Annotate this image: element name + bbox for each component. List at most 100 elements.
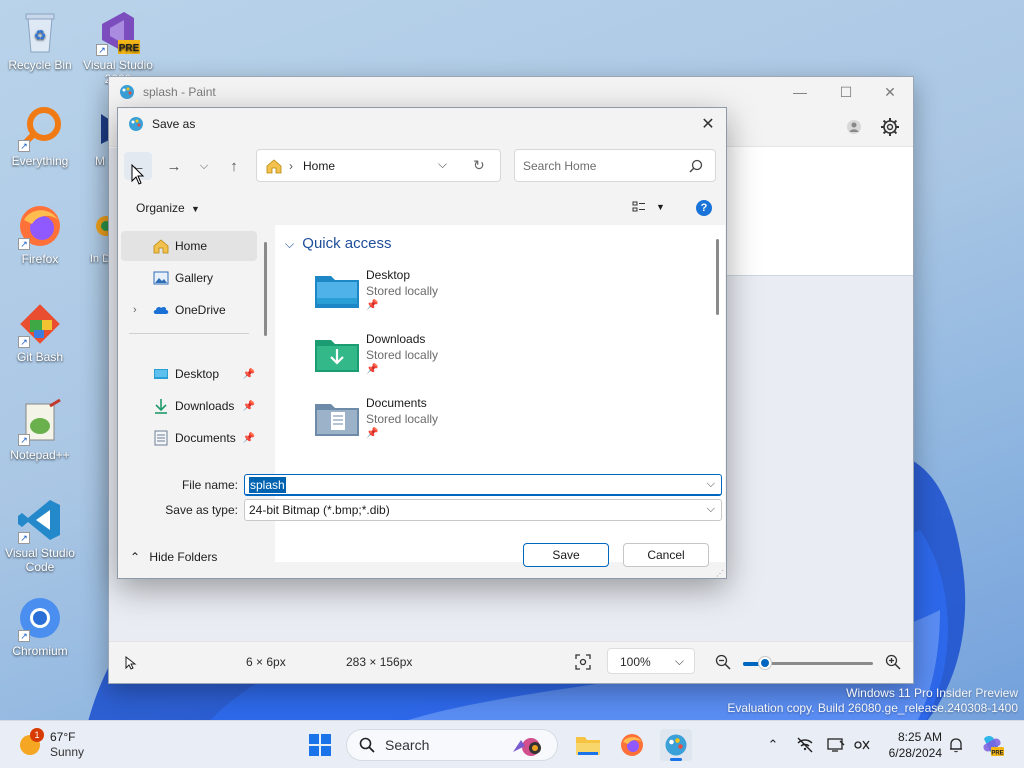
file-list-scrollbar[interactable] [716,239,719,315]
address-dropdown-icon[interactable]: ⌵ [438,157,447,172]
desktop-icon-notepad-plus-plus[interactable]: ↗ Notepad++ [2,398,78,462]
account-icon[interactable] [846,119,862,135]
zoom-in-icon[interactable] [885,654,901,670]
paint-title: splash - Paint [143,85,216,99]
nav-item-home[interactable]: Home [121,231,257,261]
firefox-icon [621,734,643,756]
item-subtitle: Stored locally [366,284,439,298]
close-button[interactable]: ✕ [867,77,913,107]
up-button[interactable]: ↑ [220,152,248,180]
hide-folders-button[interactable]: ⌃ Hide Folders [130,550,217,564]
desktop-icon-label: Git Bash [16,350,64,364]
chevron-right-icon[interactable]: › [133,304,137,316]
zoom-out-icon[interactable] [715,654,731,670]
desktop-icon-everything[interactable]: ↗ Everything [2,104,78,168]
maximize-button[interactable]: ☐ [823,77,869,107]
chevron-down-icon: ⌵ [674,654,684,668]
fit-to-window-icon[interactable] [575,654,591,670]
pin-icon: 📌 [366,428,379,439]
taskbar-clock[interactable]: 8:25 AM 6/28/2024 [880,729,942,761]
taskbar-firefox[interactable] [616,729,648,761]
quick-access-item-downloads[interactable]: Downloads Stored locally 📌 [315,332,575,388]
desktop-icon-git-bash[interactable]: ↗ Git Bash [2,300,78,364]
recent-locations-button[interactable]: ⌵ [190,152,218,180]
shortcut-arrow-icon: ↗ [96,44,108,56]
cancel-button[interactable]: Cancel [623,543,709,567]
caret-down-icon: ▼ [656,202,665,212]
nav-item-documents[interactable]: Documents 📌 [121,423,257,453]
notifications-bell-icon[interactable] [946,735,966,755]
search-placeholder: Search Home [523,158,597,173]
shortcut-arrow-icon: ↗ [18,630,30,642]
vscode-icon: ↗ [16,496,64,544]
paint-canvas[interactable] [727,148,913,276]
nav-item-desktop[interactable]: Desktop 📌 [121,359,257,389]
view-options-button[interactable]: ▼ [632,200,668,218]
taskbar-file-explorer[interactable] [572,729,604,761]
taskbar-paint[interactable] [660,729,692,761]
chevron-up-icon: ⌃ [130,550,141,564]
desktop-icon-visual-studio[interactable]: PRE ↗ Visual Studio 2022 [80,8,156,86]
desktop-icon-label: Everything [11,154,69,168]
display-icon[interactable] [826,735,846,755]
dialog-close-button[interactable]: ✕ [696,112,720,136]
item-name: Downloads [366,332,426,346]
dialog-titlebar[interactable]: Save as [118,108,726,140]
clock-date: 6/28/2024 [888,746,942,760]
desktop-folder-icon [315,276,359,308]
minimize-button[interactable]: — [777,77,823,107]
desktop-icon-vscode[interactable]: ↗ Visual Studio Code [2,496,78,574]
file-name-input[interactable]: splash ⌵ [244,474,722,496]
navigation-pane-scrollbar[interactable] [264,242,267,336]
arrow-up-icon: ↑ [230,157,238,175]
refresh-icon[interactable]: ↻ [473,157,485,174]
weather-widget[interactable]: 1 67°F Sunny [20,728,110,761]
image-size: 283 × 156px [346,655,413,669]
dialog-title: Save as [152,117,196,131]
nav-divider [129,333,249,334]
item-name: Documents [366,396,427,410]
search-highlight-icon [513,738,541,756]
breadcrumb-home[interactable]: Home [303,159,335,173]
desktop-icon-chromium[interactable]: ↗ Chromium [2,594,78,658]
accessibility-icon[interactable] [852,735,872,755]
nav-item-onedrive[interactable]: › OneDrive [121,295,257,325]
forward-button[interactable]: → [160,152,188,180]
svg-text:PRE: PRE [991,751,1003,757]
shortcut-arrow-icon: ↗ [18,238,30,250]
chevron-down-icon[interactable]: ⌵ [707,478,715,491]
gallery-icon [153,271,169,285]
organize-button[interactable]: Organize ▼ [136,201,200,215]
copilot-button[interactable]: PRE [976,729,1008,761]
quick-access-item-desktop[interactable]: Desktop Stored locally 📌 [315,268,575,324]
save-as-type-select[interactable]: 24-bit Bitmap (*.bmp;*.dib) ⌵ [244,499,722,521]
search-input[interactable]: Search Home [514,149,716,182]
help-icon[interactable]: ? [696,200,712,216]
start-button[interactable] [304,729,336,761]
desktop-icon-firefox[interactable]: ↗ Firefox [2,202,78,266]
view-layout-icon [632,201,645,212]
save-button[interactable]: Save [523,543,609,567]
shortcut-arrow-icon: ↗ [18,336,30,348]
nav-item-downloads[interactable]: Downloads 📌 [121,391,257,421]
watermark-line-2: Evaluation copy. Build 26080.ge_release.… [727,701,1018,715]
item-subtitle: Stored locally [366,348,439,362]
nav-item-gallery[interactable]: Gallery [121,263,257,293]
address-bar[interactable]: › Home ⌵ ↻ [256,149,501,182]
quick-access-item-documents[interactable]: Documents Stored locally 📌 [315,396,575,452]
downloads-folder-icon [315,340,359,372]
quick-access-header[interactable]: ⌵ Quick access [285,235,391,252]
desktop-icon-recycle-bin[interactable]: ♻ Recycle Bin [2,8,78,72]
network-offline-icon[interactable] [795,735,815,755]
zoom-select[interactable]: 100% ⌵ [607,648,695,674]
svg-text:PRE: PRE [119,43,140,54]
watermark-line-1: Windows 11 Pro Insider Preview [846,686,1018,700]
resize-grip-icon[interactable]: ⋰ [716,570,724,578]
settings-gear-icon[interactable] [880,117,900,137]
chevron-down-icon: ⌵ [199,159,209,172]
chevron-down-icon[interactable]: ⌵ [707,503,715,516]
zoom-slider-thumb[interactable] [759,657,771,669]
zoom-slider[interactable] [743,657,873,669]
taskbar-search[interactable]: Search [346,729,558,761]
show-hidden-icons-button[interactable]: ⌃ [763,735,783,755]
